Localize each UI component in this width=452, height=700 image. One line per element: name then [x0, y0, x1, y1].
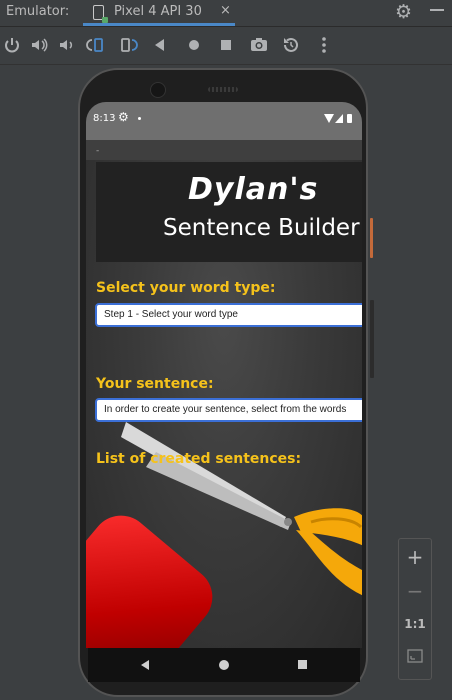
fit-screen-icon[interactable] [407, 649, 423, 663]
rotate-right-icon[interactable] [118, 35, 138, 55]
emulator-label: Emulator: [6, 4, 70, 19]
power-side-button[interactable] [370, 218, 373, 258]
tab-label: Pixel 4 API 30 [114, 4, 202, 19]
status-bar: 8:13 ⚙ [86, 102, 362, 140]
app-top-strip: - [86, 140, 362, 160]
nav-recents-icon[interactable] [298, 660, 307, 669]
more-icon[interactable] [314, 35, 334, 55]
tab-pixel-4-api-30[interactable]: Pixel 4 API 30 × [83, 0, 235, 26]
volume-up-icon[interactable] [29, 35, 49, 55]
volume-down-icon[interactable] [56, 35, 76, 55]
banner-subtitle: Sentence Builder [163, 215, 360, 241]
status-icons [324, 114, 358, 124]
battery-icon [347, 114, 352, 123]
earpiece-speaker [208, 87, 238, 92]
sentence-heading: Your sentence: [96, 376, 214, 392]
device-icon [93, 5, 108, 23]
emulator-toolbar [0, 27, 452, 65]
tab-close-button[interactable]: × [220, 3, 231, 18]
rotate-left-icon[interactable] [86, 35, 106, 55]
status-time: 8:13 [93, 113, 116, 124]
volume-side-button[interactable] [370, 300, 374, 378]
home-icon[interactable] [184, 35, 204, 55]
zoom-1-to-1-button[interactable]: 1:1 [399, 617, 431, 631]
minimize-icon[interactable] [430, 9, 444, 11]
word-type-select-value: Step 1 - Select your word type [104, 309, 238, 320]
sentence-field-value: In order to create your sentence, select… [104, 404, 347, 415]
power-icon[interactable] [2, 35, 22, 55]
camera-icon[interactable] [249, 35, 269, 55]
zoom-in-button[interactable]: + [399, 545, 431, 569]
back-icon[interactable] [150, 35, 170, 55]
sentence-list-heading: List of created sentences: [96, 451, 302, 467]
front-camera-icon [150, 82, 166, 98]
signal-icon [335, 114, 343, 123]
zoom-panel: + − 1:1 [398, 538, 432, 680]
sentence-field[interactable]: In order to create your sentence, select… [95, 398, 362, 422]
word-type-heading: Select your word type: [96, 280, 276, 296]
nav-home-icon[interactable] [219, 660, 229, 670]
device-screen[interactable]: 8:13 ⚙ - Dylan's Sentence Builder Select… [86, 102, 362, 648]
status-settings-icon: ⚙ [118, 110, 129, 124]
banner-title: Dylan's [188, 172, 319, 207]
overview-icon[interactable] [216, 35, 236, 55]
nav-back-icon[interactable] [141, 660, 149, 670]
notification-dot-icon [138, 117, 141, 120]
word-type-select[interactable]: Step 1 - Select your word type [95, 303, 362, 327]
wifi-icon [324, 114, 334, 123]
zoom-out-button[interactable]: − [399, 579, 431, 603]
settings-gear-icon[interactable]: ⚙ [395, 1, 412, 23]
app-bar-mark: - [96, 146, 100, 156]
title-banner: Dylan's Sentence Builder [96, 162, 362, 262]
emulator-title-bar: Emulator: Pixel 4 API 30 × ⚙ [0, 0, 452, 27]
replay-icon[interactable] [281, 35, 301, 55]
android-nav-bar [88, 648, 360, 682]
